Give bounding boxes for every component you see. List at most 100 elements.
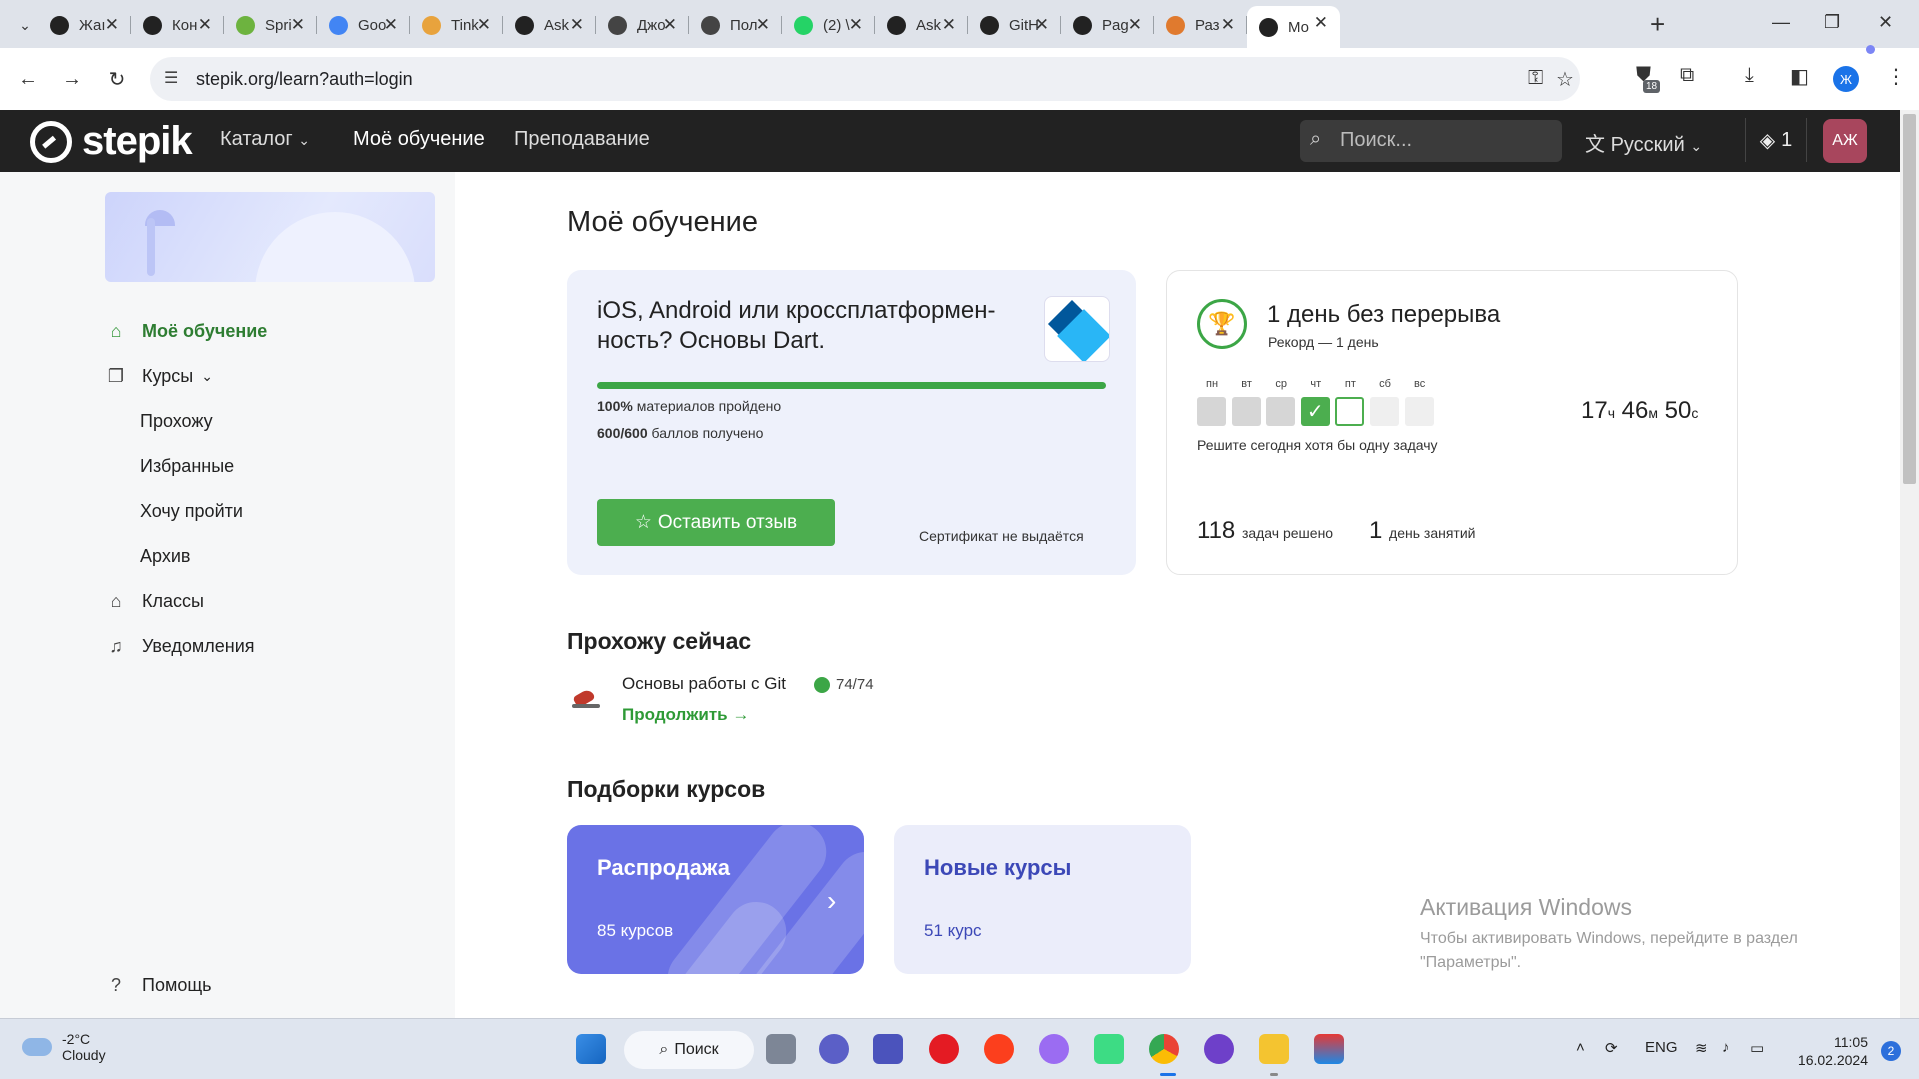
close-tab-icon[interactable]: ✕ <box>1221 15 1235 35</box>
course-title[interactable]: iOS, Android или кроссплатформен-ность? … <box>597 296 1037 356</box>
reload-button[interactable]: ↻ <box>103 65 131 93</box>
site-search[interactable]: ⌕ <box>1300 120 1562 162</box>
nav-my-learning[interactable]: Моё обучение <box>353 128 485 151</box>
user-avatar[interactable]: АЖ <box>1823 119 1867 163</box>
tab-search-button[interactable]: ⌄ <box>10 10 40 40</box>
bookmark-star-icon[interactable]: ☆ <box>1556 67 1574 92</box>
collection-sale-card[interactable]: Распродажа 85 курсов › <box>567 825 864 974</box>
maximize-button[interactable]: ❐ <box>1824 12 1840 33</box>
close-tab-icon[interactable]: ✕ <box>849 15 863 35</box>
close-tab-icon[interactable]: ✕ <box>570 15 584 35</box>
scrollbar-thumb[interactable] <box>1903 114 1916 484</box>
language-selector[interactable]: 文 Русский ⌄ <box>1585 128 1702 157</box>
github-desktop-icon[interactable] <box>1204 1034 1234 1064</box>
close-tab-icon[interactable]: ✕ <box>1314 13 1328 33</box>
extensions-puzzle-icon[interactable]: ⧉ <box>1680 64 1694 87</box>
streak-timer: 17ч 46м 50с <box>1581 397 1699 424</box>
close-tab-icon[interactable]: ✕ <box>1035 15 1049 35</box>
stepik-logo[interactable]: stepik <box>30 119 193 164</box>
sidebar-item-notifications[interactable]: ♫ Уведомления <box>104 636 254 657</box>
notification-count-badge[interactable]: 2 <box>1881 1041 1901 1061</box>
browser-tab[interactable]: Жаı ✕ <box>38 8 131 42</box>
browser-tab[interactable]: Ask ✕ <box>875 8 968 42</box>
browser-tab[interactable]: GitH ✕ <box>968 8 1061 42</box>
key-icon[interactable]: ⚿ <box>1528 67 1543 90</box>
close-tab-icon[interactable]: ✕ <box>384 15 398 35</box>
close-tab-icon[interactable]: ✕ <box>291 15 305 35</box>
minimize-button[interactable]: — <box>1772 12 1790 33</box>
winrar-icon[interactable] <box>1314 1034 1344 1064</box>
browser-tab[interactable]: Ask ✕ <box>503 8 596 42</box>
close-tab-icon[interactable]: ✕ <box>198 15 212 35</box>
back-button[interactable]: ← <box>14 65 42 93</box>
weekday-label: пт <box>1344 378 1356 390</box>
android-studio-icon[interactable] <box>1094 1034 1124 1064</box>
new-tab-button[interactable]: + <box>1650 10 1665 38</box>
taskbar-search[interactable]: ⌕ Поиск <box>624 1031 754 1069</box>
alice-icon[interactable] <box>1039 1034 1069 1064</box>
collection-new-card[interactable]: Новые курсы 51 курс <box>894 825 1191 974</box>
sidebar-item-archive[interactable]: Архив <box>140 546 190 567</box>
volume-icon[interactable]: ♪ <box>1722 1039 1730 1056</box>
sidebar-item-classes[interactable]: ⌂ Классы <box>104 591 204 612</box>
battery-icon[interactable]: ▭ <box>1750 1039 1764 1057</box>
page-scrollbar[interactable] <box>1900 110 1919 1018</box>
address-bar[interactable]: ☰ stepik.org/learn?auth=login ⚿ ☆ <box>150 57 1580 101</box>
tray-chevron-up-icon[interactable]: ˄ <box>1576 1039 1585 1056</box>
course-card[interactable]: iOS, Android или кроссплатформен-ность? … <box>567 270 1136 575</box>
nav-teaching[interactable]: Преподавание <box>514 128 650 151</box>
sidebar-item-courses[interactable]: ❐ Курсы ⌄ <box>104 366 213 387</box>
taskbar-clock[interactable]: 11:05 16.02.2024 <box>1790 1033 1868 1069</box>
site-info-icon[interactable]: ☰ <box>164 68 178 88</box>
download-icon[interactable]: ⤓ <box>1745 64 1754 87</box>
sidebar-item-help[interactable]: ? Помощь <box>104 975 212 996</box>
browser-tab[interactable]: Pag ✕ <box>1061 8 1154 42</box>
tasks-solved: 118 задач решено <box>1197 517 1334 544</box>
nav-catalog[interactable]: Каталог ⌄ <box>220 128 310 151</box>
weather-widget[interactable]: -2°C Cloudy <box>22 1031 106 1063</box>
browser-tab[interactable]: Goo ✕ <box>317 8 410 42</box>
sync-icon[interactable]: ⟳ <box>1605 1039 1618 1057</box>
side-panel-icon[interactable]: ◧ <box>1790 64 1809 89</box>
close-tab-icon[interactable]: ✕ <box>477 15 491 35</box>
close-tab-icon[interactable]: ✕ <box>942 15 956 35</box>
sidebar-item-my-learning[interactable]: ⌂ Моё обучение <box>104 321 268 342</box>
forward-button[interactable]: → <box>58 65 86 93</box>
close-tab-icon[interactable]: ✕ <box>105 15 119 35</box>
browser-tab[interactable]: Пол ✕ <box>689 8 782 42</box>
opera-icon[interactable] <box>929 1034 959 1064</box>
sidebar-item-in-progress[interactable]: Прохожу <box>140 411 213 432</box>
task-view-icon[interactable] <box>766 1034 796 1064</box>
continue-link[interactable]: Продолжить → <box>622 705 749 725</box>
sidebar-item-wishlist[interactable]: Хочу пройти <box>140 501 243 522</box>
browser-tab[interactable]: Tink ✕ <box>410 8 503 42</box>
search-input[interactable] <box>1340 129 1550 152</box>
whatsapp-icon <box>794 15 813 35</box>
browser-tab[interactable]: Кон ✕ <box>131 8 224 42</box>
chat-icon[interactable] <box>819 1034 849 1064</box>
browser-tab[interactable]: Spri ✕ <box>224 8 317 42</box>
close-window-button[interactable]: ✕ <box>1878 12 1893 33</box>
teams-icon[interactable] <box>873 1034 903 1064</box>
file-explorer-icon[interactable] <box>1259 1034 1289 1064</box>
leave-review-button[interactable]: ☆ Оставить отзыв <box>597 499 835 546</box>
more-menu-icon[interactable]: ⋮ <box>1886 64 1906 89</box>
browser-tab[interactable]: Мо ✕ <box>1247 6 1340 48</box>
browser-tab[interactable]: Джо ✕ <box>596 8 689 42</box>
close-tab-icon[interactable]: ✕ <box>756 15 770 35</box>
profile-avatar[interactable]: Ж <box>1833 66 1859 92</box>
browser-tab[interactable]: (2) \ ✕ <box>782 8 875 42</box>
close-tab-icon[interactable]: ✕ <box>1128 15 1142 35</box>
input-language[interactable]: ENG <box>1645 1039 1678 1056</box>
close-tab-icon[interactable]: ✕ <box>663 15 677 35</box>
wifi-icon[interactable]: ≋ <box>1695 1039 1708 1057</box>
yandex-icon[interactable] <box>984 1034 1014 1064</box>
start-windows-icon[interactable] <box>576 1034 606 1064</box>
browser-tab[interactable]: Раз ✕ <box>1154 8 1247 42</box>
chrome-icon[interactable] <box>1149 1034 1179 1064</box>
achievements-button[interactable]: ◈ 1 <box>1745 118 1807 162</box>
current-course-name[interactable]: Основы работы с Git <box>622 674 786 694</box>
sidebar-item-favorites[interactable]: Избранные <box>140 456 234 477</box>
progress-dot-icon <box>814 677 830 693</box>
weekday-label: сб <box>1379 378 1391 390</box>
